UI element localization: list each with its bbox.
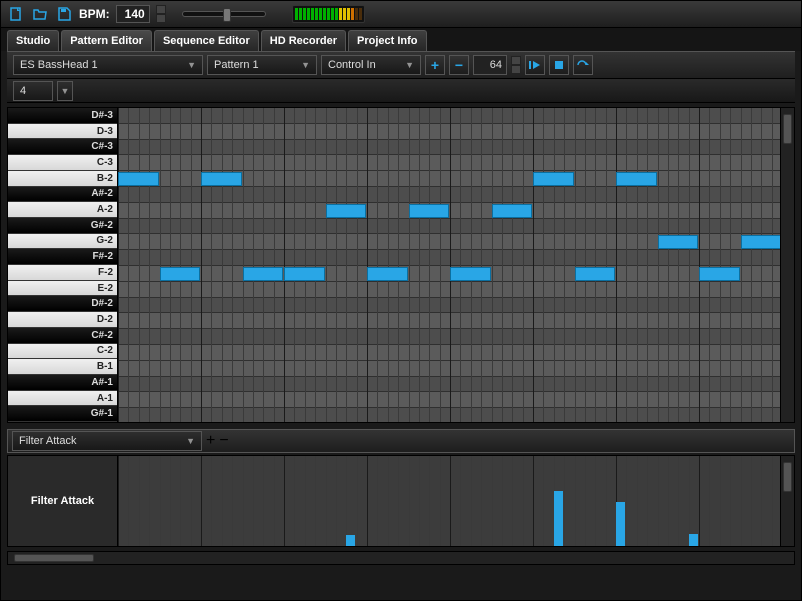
piano-key[interactable]: A-1 bbox=[8, 391, 117, 407]
pattern-select[interactable]: Pattern 1▼ bbox=[207, 55, 317, 75]
piano-roll: D#-3D-3C#-3C-3B-2A#-2A-2G#-2G-2F#-2F-2E-… bbox=[7, 107, 795, 423]
slider-thumb[interactable] bbox=[223, 8, 231, 22]
scrollbar-thumb[interactable] bbox=[783, 114, 792, 144]
stop-button[interactable] bbox=[549, 55, 569, 75]
piano-key[interactable]: D#-3 bbox=[8, 108, 117, 124]
loop-button[interactable] bbox=[573, 55, 593, 75]
tab-studio[interactable]: Studio bbox=[7, 30, 59, 51]
remove-automation-button[interactable]: − bbox=[219, 432, 228, 450]
save-icon[interactable] bbox=[55, 5, 73, 23]
automation-lane: Filter Attack bbox=[7, 455, 795, 547]
steps-field: 64 bbox=[473, 55, 507, 75]
zoom-select[interactable]: 4 bbox=[13, 81, 53, 101]
automation-param-select[interactable]: Filter Attack▼ bbox=[12, 431, 202, 451]
horizontal-scrollbar[interactable] bbox=[7, 551, 795, 565]
piano-key[interactable]: A-2 bbox=[8, 202, 117, 218]
note[interactable] bbox=[367, 267, 408, 281]
piano-key[interactable]: B-2 bbox=[8, 171, 117, 187]
tempo-slider[interactable] bbox=[182, 11, 266, 17]
bpm-label: BPM: bbox=[79, 7, 110, 21]
instrument-select[interactable]: ES BassHead 1▼ bbox=[13, 55, 203, 75]
piano-key[interactable]: F-2 bbox=[8, 265, 117, 281]
level-meter bbox=[292, 5, 365, 23]
play-start-button[interactable] bbox=[525, 55, 545, 75]
chevron-down-icon: ▼ bbox=[399, 60, 414, 70]
piano-key[interactable]: D-3 bbox=[8, 124, 117, 140]
bpm-down[interactable] bbox=[156, 14, 166, 23]
piano-key[interactable]: C#-2 bbox=[8, 328, 117, 344]
piano-key[interactable]: C-3 bbox=[8, 155, 117, 171]
main-tabs: Studio Pattern Editor Sequence Editor HD… bbox=[1, 27, 801, 51]
note[interactable] bbox=[741, 235, 781, 249]
piano-key[interactable]: G-2 bbox=[8, 234, 117, 250]
note[interactable] bbox=[409, 204, 450, 218]
piano-key[interactable]: D#-2 bbox=[8, 296, 117, 312]
automation-toolbar: Filter Attack▼ + − bbox=[7, 429, 795, 453]
add-automation-button[interactable]: + bbox=[206, 432, 215, 450]
note[interactable] bbox=[160, 267, 201, 281]
note[interactable] bbox=[492, 204, 533, 218]
piano-key[interactable]: F#-2 bbox=[8, 249, 117, 265]
note[interactable] bbox=[243, 267, 284, 281]
chevron-down-icon: ▼ bbox=[295, 60, 310, 70]
open-folder-icon[interactable] bbox=[31, 5, 49, 23]
remove-pattern-button[interactable]: − bbox=[449, 55, 469, 75]
bpm-up[interactable] bbox=[156, 5, 166, 14]
scrollbar-thumb[interactable] bbox=[783, 462, 792, 492]
zoom-bar: 4 ▼ bbox=[7, 79, 795, 103]
vertical-scrollbar[interactable] bbox=[780, 108, 794, 422]
note-grid[interactable] bbox=[118, 108, 780, 422]
piano-key[interactable]: A#-1 bbox=[8, 375, 117, 391]
piano-key[interactable]: B-1 bbox=[8, 359, 117, 375]
automation-point[interactable] bbox=[689, 534, 698, 546]
note[interactable] bbox=[575, 267, 616, 281]
automation-label: Filter Attack bbox=[8, 456, 118, 546]
note[interactable] bbox=[201, 172, 242, 186]
note[interactable] bbox=[533, 172, 574, 186]
app-root: BPM: 140 Studio Pattern Editor Sequence … bbox=[0, 0, 802, 601]
note[interactable] bbox=[658, 235, 699, 249]
tab-pattern-editor[interactable]: Pattern Editor bbox=[61, 30, 152, 51]
bpm-value[interactable]: 140 bbox=[116, 5, 150, 23]
bpm-spin[interactable] bbox=[156, 5, 166, 23]
note[interactable] bbox=[284, 267, 325, 281]
piano-key[interactable]: C#-3 bbox=[8, 139, 117, 155]
piano-key[interactable]: E-2 bbox=[8, 281, 117, 297]
tab-sequence-editor[interactable]: Sequence Editor bbox=[154, 30, 259, 51]
automation-vscroll[interactable] bbox=[780, 456, 794, 546]
note[interactable] bbox=[616, 172, 657, 186]
note[interactable] bbox=[118, 172, 159, 186]
add-pattern-button[interactable]: + bbox=[425, 55, 445, 75]
note[interactable] bbox=[699, 267, 740, 281]
automation-point[interactable] bbox=[346, 535, 355, 546]
piano-keys[interactable]: D#-3D-3C#-3C-3B-2A#-2A-2G#-2G-2F#-2F-2E-… bbox=[8, 108, 118, 422]
piano-key[interactable]: G#-1 bbox=[8, 406, 117, 422]
new-file-icon[interactable] bbox=[7, 5, 25, 23]
chevron-down-icon: ▼ bbox=[180, 436, 195, 446]
note[interactable] bbox=[450, 267, 491, 281]
pattern-toolbar: ES BassHead 1▼ Pattern 1▼ Control In▼ + … bbox=[7, 51, 795, 79]
piano-key[interactable]: G#-2 bbox=[8, 218, 117, 234]
piano-key[interactable]: D-2 bbox=[8, 312, 117, 328]
tab-project-info[interactable]: Project Info bbox=[348, 30, 427, 51]
automation-point[interactable] bbox=[554, 491, 563, 546]
note[interactable] bbox=[326, 204, 367, 218]
zoom-dropdown-arrow[interactable]: ▼ bbox=[57, 81, 73, 101]
piano-key[interactable]: C-2 bbox=[8, 344, 117, 360]
piano-key[interactable]: A#-2 bbox=[8, 187, 117, 203]
automation-grid[interactable] bbox=[118, 456, 780, 546]
control-in-select[interactable]: Control In▼ bbox=[321, 55, 421, 75]
steps-spin[interactable] bbox=[511, 56, 521, 74]
chevron-down-icon: ▼ bbox=[181, 60, 196, 70]
automation-point[interactable] bbox=[616, 502, 625, 546]
scrollbar-thumb[interactable] bbox=[14, 554, 94, 562]
tab-hd-recorder[interactable]: HD Recorder bbox=[261, 30, 346, 51]
top-toolbar: BPM: 140 bbox=[1, 1, 801, 27]
